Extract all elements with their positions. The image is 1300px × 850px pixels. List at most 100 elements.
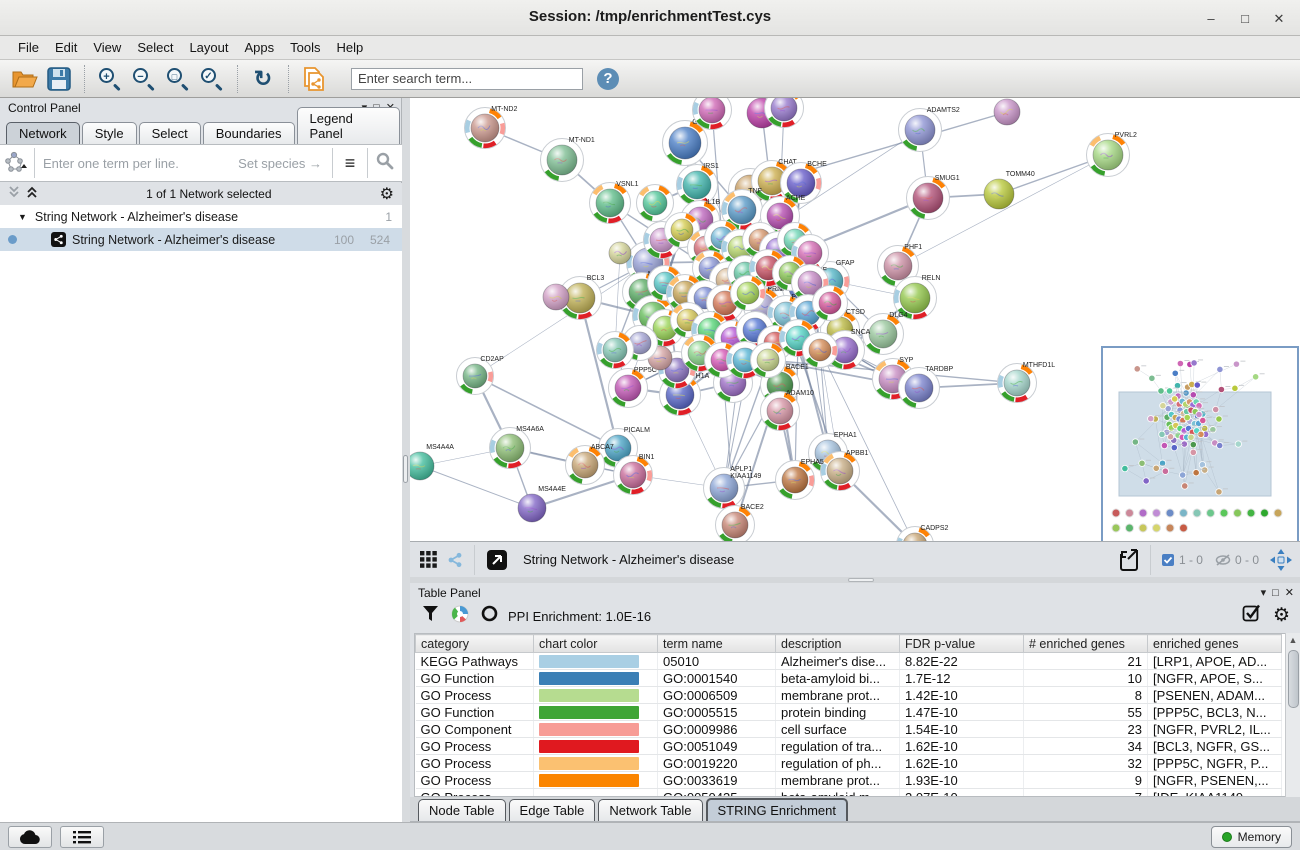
table-close-icon[interactable]: ✕ bbox=[1285, 587, 1294, 599]
table-gear-icon[interactable]: ⚙ bbox=[1273, 604, 1290, 627]
network-node[interactable]: MS4A6A bbox=[490, 426, 545, 469]
string-query-input[interactable]: Enter one term per line. bbox=[35, 156, 238, 171]
copy-network-icon[interactable] bbox=[299, 64, 329, 94]
network-node[interactable] bbox=[731, 276, 766, 311]
export-network-icon[interactable] bbox=[1117, 548, 1141, 572]
table-row[interactable]: KEGG Pathways05010Alzheimer's dise...8.8… bbox=[416, 653, 1282, 670]
help-icon[interactable]: ? bbox=[597, 68, 619, 90]
network-node[interactable] bbox=[597, 332, 634, 369]
menu-help[interactable]: Help bbox=[329, 38, 372, 57]
search-input[interactable] bbox=[351, 68, 583, 90]
menu-view[interactable]: View bbox=[85, 38, 129, 57]
network-node[interactable] bbox=[637, 185, 674, 222]
grid-mode-icon[interactable] bbox=[420, 551, 437, 568]
column-header-description[interactable]: description bbox=[776, 635, 900, 653]
ring-chart-icon[interactable] bbox=[481, 605, 498, 627]
network-node[interactable]: APBB1 bbox=[821, 450, 869, 491]
column-header-enriched-genes[interactable]: enriched genes bbox=[1148, 635, 1282, 653]
table-row[interactable]: GO ProcessGO:0019220regulation of ph...1… bbox=[416, 755, 1282, 772]
network-node[interactable]: APLP1KIAA1149 bbox=[704, 466, 762, 509]
maximize-button[interactable]: □ bbox=[1230, 9, 1260, 29]
network-node[interactable]: PVRL2 bbox=[1087, 132, 1138, 177]
expand-all-icon[interactable] bbox=[26, 185, 38, 204]
refresh-icon[interactable]: ↻ bbox=[248, 64, 278, 94]
menu-select[interactable]: Select bbox=[129, 38, 181, 57]
cloud-status-button[interactable] bbox=[8, 826, 52, 848]
collapse-all-icon[interactable] bbox=[8, 185, 20, 204]
table-row[interactable]: GO FunctionGO:0005515protein binding1.47… bbox=[416, 704, 1282, 721]
save-session-icon[interactable] bbox=[44, 64, 74, 94]
network-node[interactable]: ADAM10 bbox=[761, 390, 814, 431]
table-row[interactable]: GO ProcessGO:0006509membrane prot...1.42… bbox=[416, 687, 1282, 704]
tree-expander-icon[interactable]: ▼ bbox=[18, 212, 27, 222]
scroll-up-icon[interactable]: ▲ bbox=[1286, 633, 1300, 648]
panel-splitter[interactable] bbox=[402, 98, 410, 822]
network-node[interactable]: CADPS2 bbox=[897, 525, 949, 541]
filter-icon[interactable] bbox=[422, 605, 439, 627]
share-view-icon[interactable] bbox=[447, 552, 463, 568]
zoom-selected-icon[interactable]: ✓ bbox=[197, 64, 227, 94]
network-collection-row[interactable]: ▼ String Network - Alzheimer's disease 1 bbox=[0, 205, 402, 228]
task-history-button[interactable] bbox=[60, 826, 104, 848]
table-row[interactable]: GO ProcessGO:0051049regulation of tra...… bbox=[416, 738, 1282, 755]
enrichment-table[interactable]: categorychart colorterm namedescriptionF… bbox=[414, 633, 1296, 797]
network-node[interactable]: PPP5C bbox=[609, 367, 657, 408]
splitter-handle[interactable] bbox=[403, 455, 408, 483]
string-protein-query-icon[interactable] bbox=[0, 151, 34, 175]
chart-color-icon[interactable] bbox=[451, 605, 469, 628]
network-node[interactable]: EPHA5 bbox=[776, 459, 824, 500]
query-options-icon[interactable]: ≡ bbox=[333, 153, 367, 174]
table-row[interactable]: GO ComponentGO:0009986cell surface1.54E-… bbox=[416, 721, 1282, 738]
network-node[interactable] bbox=[751, 343, 786, 378]
tab-legend-panel[interactable]: Legend Panel bbox=[297, 107, 400, 144]
species-hint[interactable]: Set species → bbox=[238, 156, 332, 171]
tab-boundaries[interactable]: Boundaries bbox=[203, 122, 295, 144]
column-header-chart-color[interactable]: chart color bbox=[534, 635, 658, 653]
network-node[interactable]: TOMM40 bbox=[984, 171, 1035, 209]
minimize-button[interactable]: – bbox=[1196, 9, 1226, 29]
tab-select[interactable]: Select bbox=[139, 122, 201, 144]
query-search-icon[interactable] bbox=[368, 152, 402, 175]
table-float-icon[interactable]: □ bbox=[1272, 587, 1285, 599]
column-header-term-name[interactable]: term name bbox=[658, 635, 776, 653]
memory-button[interactable]: Memory bbox=[1211, 826, 1292, 848]
menu-file[interactable]: File bbox=[10, 38, 47, 57]
navigator-icon[interactable] bbox=[1270, 549, 1292, 571]
zoom-out-icon[interactable]: − bbox=[129, 64, 159, 94]
menu-layout[interactable]: Layout bbox=[181, 38, 236, 57]
tab-style[interactable]: Style bbox=[82, 122, 137, 144]
table-splitter-grip[interactable] bbox=[848, 578, 874, 582]
menu-tools[interactable]: Tools bbox=[282, 38, 328, 57]
tab-node-table[interactable]: Node Table bbox=[418, 799, 506, 821]
network-options-gear-icon[interactable]: ⚙ bbox=[380, 184, 394, 204]
scrollbar-thumb[interactable] bbox=[1288, 650, 1299, 708]
zoom-fit-icon[interactable]: □ bbox=[163, 64, 193, 94]
network-node[interactable]: MT-ND1 bbox=[541, 137, 595, 182]
tab-network-table[interactable]: Network Table bbox=[598, 799, 702, 821]
column-header-fdr-p-value[interactable]: FDR p-value bbox=[900, 635, 1024, 653]
table-collapse-icon[interactable]: ▾ bbox=[1261, 587, 1273, 599]
network-node[interactable] bbox=[994, 99, 1020, 125]
column-header-category[interactable]: category bbox=[416, 635, 534, 653]
menu-apps[interactable]: Apps bbox=[237, 38, 283, 57]
tab-edge-table[interactable]: Edge Table bbox=[509, 799, 596, 821]
table-scrollbar[interactable]: ▲ bbox=[1285, 633, 1300, 797]
network-node[interactable] bbox=[803, 333, 838, 368]
table-row[interactable]: GO ProcessGO:0033619membrane prot...1.93… bbox=[416, 772, 1282, 789]
network-node[interactable]: MTHFD1L bbox=[998, 362, 1056, 403]
open-session-icon[interactable] bbox=[10, 64, 40, 94]
tab-network[interactable]: Network bbox=[6, 122, 80, 144]
network-node[interactable] bbox=[543, 284, 569, 310]
table-row[interactable]: GO ProcessGO:0050435beta-amyloid m...2.0… bbox=[416, 789, 1282, 798]
network-node[interactable] bbox=[609, 242, 631, 264]
network-node[interactable]: CD2AP bbox=[457, 356, 505, 395]
network-node[interactable]: MS4A4A bbox=[410, 444, 454, 480]
column-header--enriched-genes[interactable]: # enriched genes bbox=[1024, 635, 1148, 653]
network-node[interactable] bbox=[813, 286, 848, 321]
zoom-in-icon[interactable]: + bbox=[95, 64, 125, 94]
table-row[interactable]: GO FunctionGO:0001540beta-amyloid bi...1… bbox=[416, 670, 1282, 687]
tab-string-enrichment[interactable]: STRING Enrichment bbox=[706, 798, 848, 821]
select-check-icon[interactable] bbox=[1242, 603, 1261, 627]
menu-edit[interactable]: Edit bbox=[47, 38, 85, 57]
annotation-mode-icon[interactable] bbox=[486, 549, 508, 571]
